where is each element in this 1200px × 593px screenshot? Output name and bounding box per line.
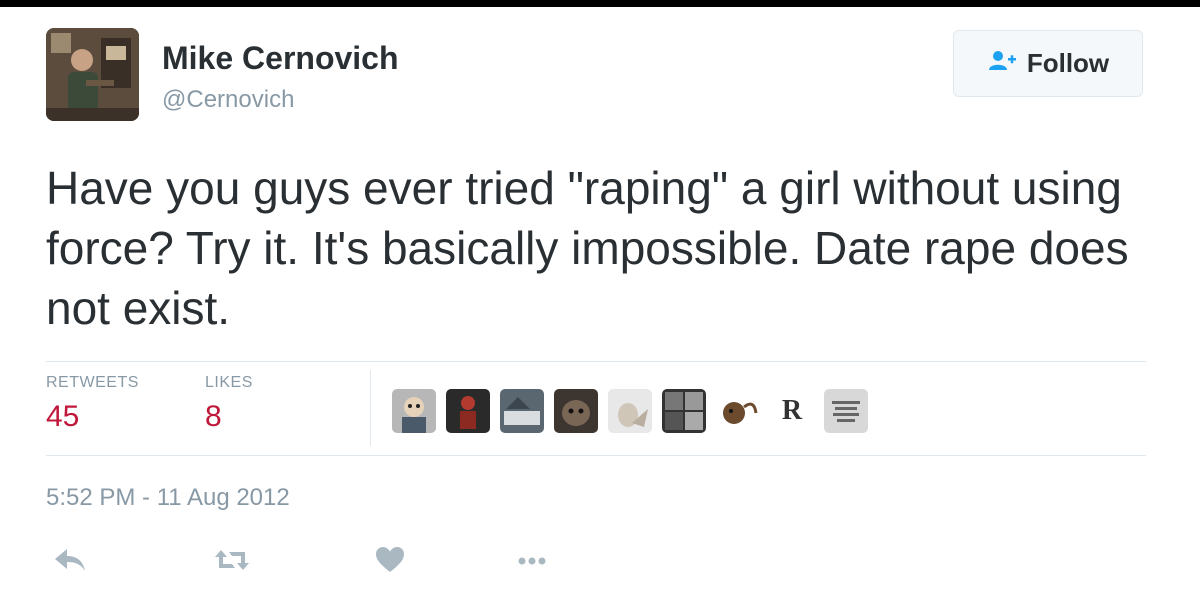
rocket-avatar[interactable]	[608, 389, 652, 433]
avatar[interactable]	[46, 28, 139, 121]
tweet-timestamp[interactable]: 5:52 PM - 11 Aug 2012	[46, 484, 290, 512]
author-display-name[interactable]: Mike Cernovich	[162, 40, 399, 77]
likes-label: LIKES	[205, 374, 253, 391]
follow-button-label: Follow	[1026, 48, 1110, 78]
tweet-text: Have you guys ever tried "raping" a girl…	[46, 162, 1129, 334]
collage-avatar[interactable]	[662, 389, 706, 433]
likes-count: 8	[205, 400, 222, 433]
divider	[46, 455, 1146, 456]
more-icon	[517, 553, 547, 571]
cartoon-avatar[interactable]	[392, 389, 436, 433]
add-user-icon	[987, 50, 1017, 77]
letter-r-text: R	[781, 395, 803, 426]
liked-by-avatars: R	[392, 388, 878, 434]
red-figure-avatar[interactable]	[446, 389, 490, 433]
dog-avatar[interactable]	[554, 389, 598, 433]
retweets-label: RETWEETS	[46, 374, 139, 391]
monkey-avatar[interactable]	[716, 389, 760, 433]
letter-r-avatar[interactable]: R	[770, 389, 814, 433]
likes-stat[interactable]: LIKES 8	[205, 374, 253, 434]
reply-icon	[53, 547, 87, 578]
retweets-stat[interactable]: RETWEETS 45	[46, 374, 139, 434]
reply-button[interactable]	[50, 545, 90, 579]
author-handle[interactable]: @Cernovich	[162, 86, 294, 114]
follow-button[interactable]: Follow	[953, 30, 1143, 97]
like-button[interactable]	[370, 545, 410, 579]
text-logo-avatar[interactable]	[824, 389, 868, 433]
retweets-count: 45	[46, 400, 80, 433]
heart-icon	[375, 546, 405, 578]
retweet-button[interactable]	[212, 545, 252, 579]
stats-divider	[370, 370, 371, 446]
more-button[interactable]	[512, 545, 552, 579]
top-edge-bar	[0, 0, 1200, 7]
divider	[46, 361, 1146, 362]
retweet-icon	[213, 546, 251, 579]
photo-avatar[interactable]	[500, 389, 544, 433]
